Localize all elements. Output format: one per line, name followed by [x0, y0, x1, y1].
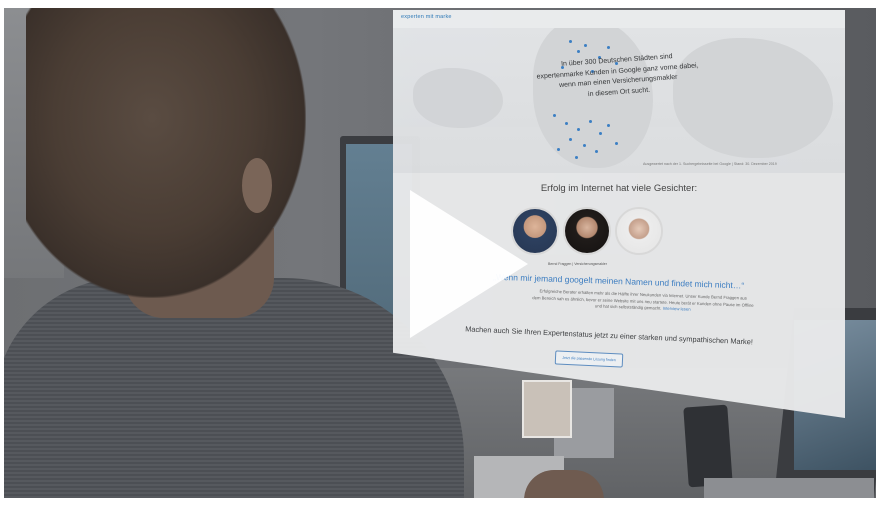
map-dot	[583, 144, 586, 147]
map-dot	[557, 148, 560, 151]
avatar-caption: Bernd Fraggen | Versicherungsmakler	[548, 262, 607, 266]
map-dot	[569, 138, 572, 141]
map-dot	[577, 128, 580, 131]
map-land	[413, 68, 503, 128]
map-dot	[575, 156, 578, 159]
photo-frame	[522, 380, 572, 438]
customer-avatar	[615, 207, 663, 255]
map-dot	[589, 120, 592, 123]
map-dot	[595, 150, 598, 153]
body-text-line-end: und hat sich selbstständig gemacht.	[594, 303, 662, 311]
site-header: experten mit marke	[393, 10, 845, 29]
germany-map: In über 300 Deutschen Städten sind exper…	[393, 28, 845, 173]
customer-avatar	[563, 207, 611, 255]
map-dot	[615, 142, 618, 145]
phone	[683, 404, 733, 488]
map-dot	[607, 46, 610, 49]
map-dot	[569, 40, 572, 43]
map-dot	[599, 132, 602, 135]
video-thumbnail[interactable]: experten mit marke In über 300 Deutschen…	[4, 8, 876, 498]
person-ear	[242, 158, 272, 213]
interview-link[interactable]: Interview lesen	[663, 306, 691, 312]
map-caption: Ausgewertet nach der 1. Suchergebnisseit…	[643, 162, 777, 166]
map-dot	[565, 122, 568, 125]
map-dot	[577, 50, 580, 53]
map-dot	[584, 44, 587, 47]
map-dot	[607, 124, 610, 127]
person-head	[26, 8, 306, 298]
site-logo: experten mit marke	[401, 14, 452, 20]
map-dot	[553, 114, 556, 117]
cta-button[interactable]: Jetzt die passende Lösung finden	[554, 350, 624, 368]
play-icon[interactable]	[410, 190, 528, 338]
laptop-keyboard	[704, 478, 874, 498]
